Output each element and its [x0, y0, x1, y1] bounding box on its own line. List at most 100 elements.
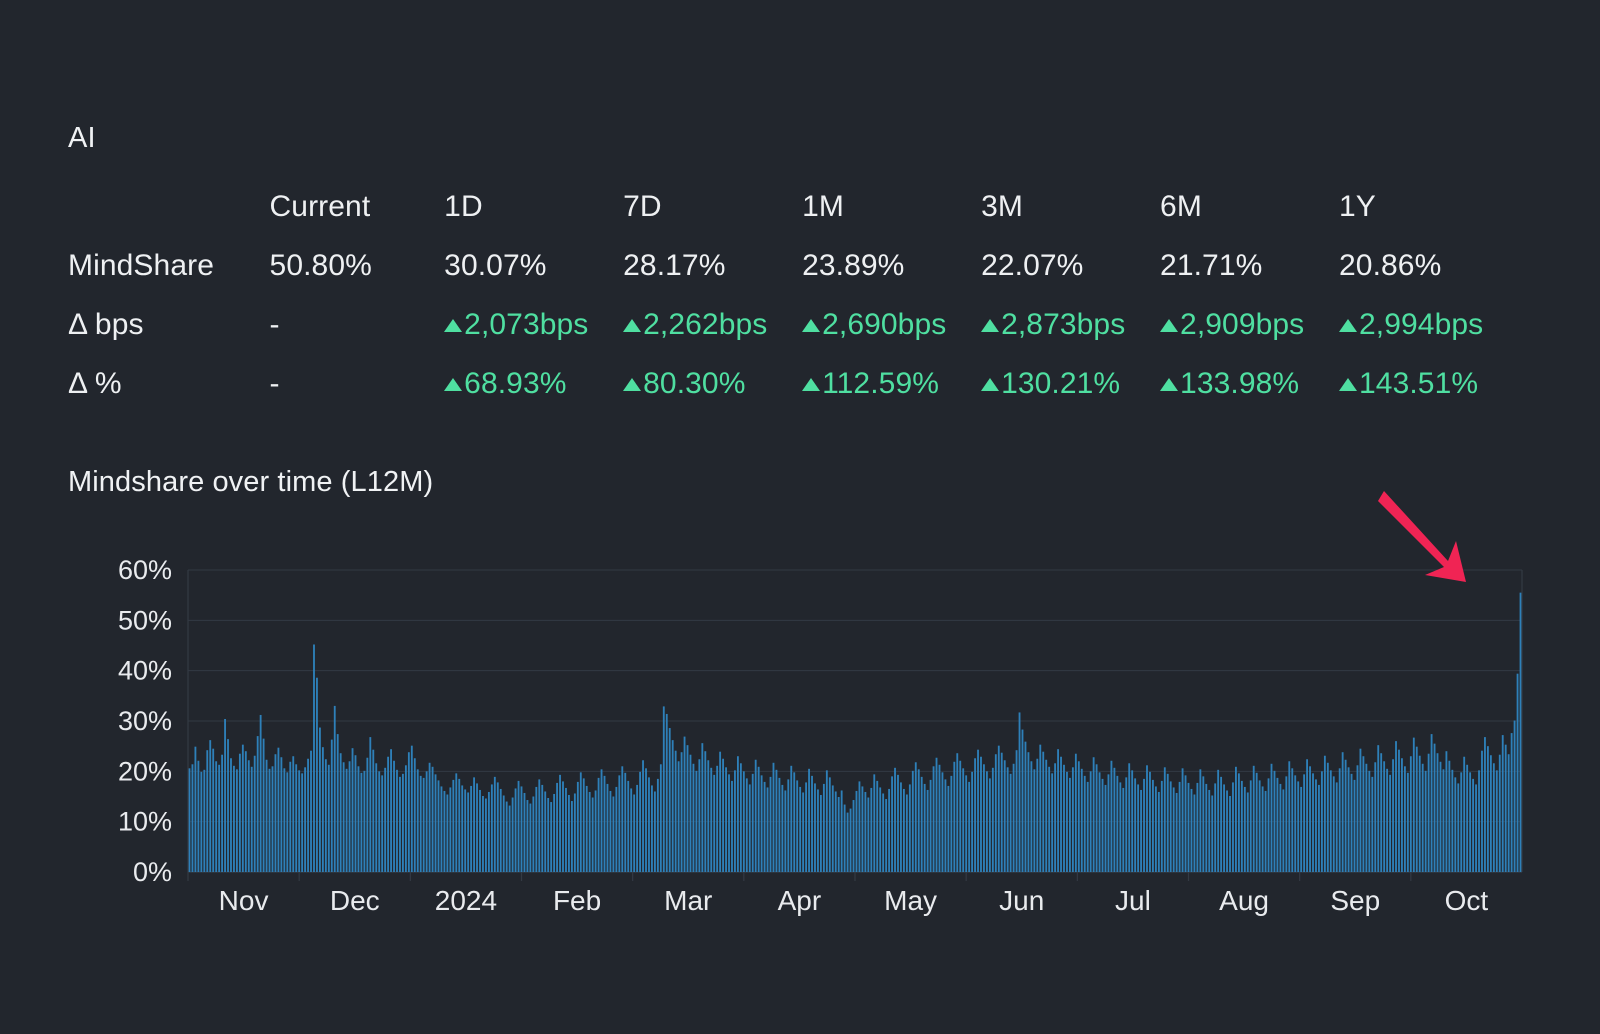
chart-bar	[905, 794, 908, 872]
mindshare-3m: 22.07%	[981, 249, 1084, 282]
chart-bar	[594, 790, 597, 872]
chart-bar	[390, 749, 392, 872]
chart-bar	[731, 780, 733, 872]
chart-bar	[200, 771, 203, 872]
chart-bar	[1202, 776, 1205, 872]
chart-bar	[508, 805, 511, 872]
chart-bar	[636, 784, 639, 872]
delta-bps-6m-value: 2,909bps	[1180, 308, 1305, 341]
chart-bar	[1261, 786, 1264, 872]
chart-bar	[873, 774, 876, 872]
x-axis-tick-label: Jul	[1115, 885, 1151, 916]
chart-bar	[502, 795, 505, 872]
chart-bar	[1427, 753, 1430, 872]
chart-bar	[1125, 777, 1128, 872]
chart-bar	[1196, 782, 1199, 872]
chart-bar	[1501, 735, 1504, 872]
chart-bar	[579, 772, 582, 872]
chart-bar	[748, 784, 751, 872]
chart-bar	[1424, 770, 1427, 872]
chart-bar	[493, 776, 496, 872]
chart-bar	[431, 766, 434, 872]
chart-bar	[1395, 741, 1397, 872]
delta-pct-1m: 112.59%	[802, 367, 981, 426]
chart-bar	[811, 775, 813, 872]
chart-bar	[1199, 769, 1202, 872]
chart-bar	[449, 787, 452, 872]
chart-bar	[244, 751, 247, 872]
chart-bar	[1015, 750, 1018, 872]
chart-bar	[1270, 763, 1273, 872]
chart-bar	[668, 728, 671, 872]
chart-bar	[212, 748, 215, 872]
chart-bar	[1074, 753, 1077, 872]
chart-bar	[203, 769, 206, 872]
table-row-delta-pct: Δ % - 68.93% 80.30% 112.59% 130.21% 133.…	[68, 367, 1518, 426]
chart-bar	[1042, 751, 1045, 872]
chart-bar	[547, 798, 550, 872]
chart-bar	[428, 762, 431, 872]
chart-bar	[1498, 754, 1501, 872]
chart-bar	[754, 759, 757, 872]
chart-bar	[683, 736, 686, 872]
mindshare-timeseries-chart[interactable]: 0% 10% 20% 30% 40% 50% 60% Nov Dec 2024 Feb Mar Apr…	[68, 552, 1528, 932]
chart-bar	[855, 790, 858, 872]
chart-bar	[639, 771, 641, 872]
chart-bar	[956, 753, 959, 872]
row-label-mindshare: MindShare	[68, 249, 214, 282]
chart-bar	[464, 789, 467, 872]
triangle-up-icon	[802, 319, 821, 332]
chart-bar	[416, 769, 419, 872]
chart-bar	[1021, 729, 1024, 872]
chart-bar	[1386, 768, 1389, 872]
chart-bar	[256, 736, 259, 872]
mindshare-1y: 20.86%	[1339, 249, 1442, 282]
chart-bar	[544, 791, 547, 872]
chart-bar	[974, 758, 976, 872]
chart-bar	[991, 767, 994, 872]
chart-bar	[1481, 750, 1483, 872]
chart-bar	[725, 767, 727, 872]
delta-bps-3m: 2,873bps	[981, 308, 1160, 367]
chart-bar	[769, 776, 772, 872]
chart-bar	[1264, 790, 1267, 872]
chart-bar	[550, 802, 553, 872]
chart-bar	[600, 769, 603, 872]
chart-bar	[1140, 789, 1142, 872]
chart-bar	[736, 756, 739, 872]
chart-bar	[805, 782, 808, 872]
chart-bar	[384, 767, 387, 872]
chart-bar	[1401, 758, 1403, 872]
chart-bar	[336, 734, 339, 872]
chart-bar	[1320, 771, 1323, 872]
chart-bar	[1054, 763, 1057, 872]
chart-bar	[923, 783, 926, 872]
chart-bar	[351, 748, 354, 872]
chart-bar	[988, 778, 991, 872]
chart-bar	[831, 785, 834, 872]
chart-bar	[1412, 737, 1415, 872]
chart-bar	[1069, 777, 1071, 872]
row-label-delta-bps: Δ bps	[68, 308, 144, 341]
chart-bar	[1066, 771, 1068, 872]
chart-bar	[570, 801, 573, 872]
chart-bar	[348, 761, 351, 872]
chart-bar	[1273, 770, 1276, 872]
chart-bar	[1513, 720, 1516, 872]
metrics-col-header-1y: 1Y	[1339, 190, 1376, 223]
chart-bar	[553, 793, 556, 872]
chart-bar	[1152, 779, 1154, 872]
delta-bps-1d-value: 2,073bps	[464, 308, 589, 341]
chart-bar	[289, 761, 292, 872]
delta-bps-1y: 2,994bps	[1339, 308, 1518, 367]
chart-bar	[404, 765, 407, 872]
chart-bar	[339, 753, 342, 872]
chart-bar	[1303, 774, 1306, 872]
chart-bar	[1184, 775, 1187, 872]
chart-bar	[1181, 768, 1184, 872]
chart-bar	[1406, 772, 1409, 872]
y-axis-tick-label: 60%	[118, 555, 172, 585]
chart-bar	[562, 781, 564, 872]
chart-bar	[233, 765, 235, 872]
chart-bar	[280, 757, 283, 872]
